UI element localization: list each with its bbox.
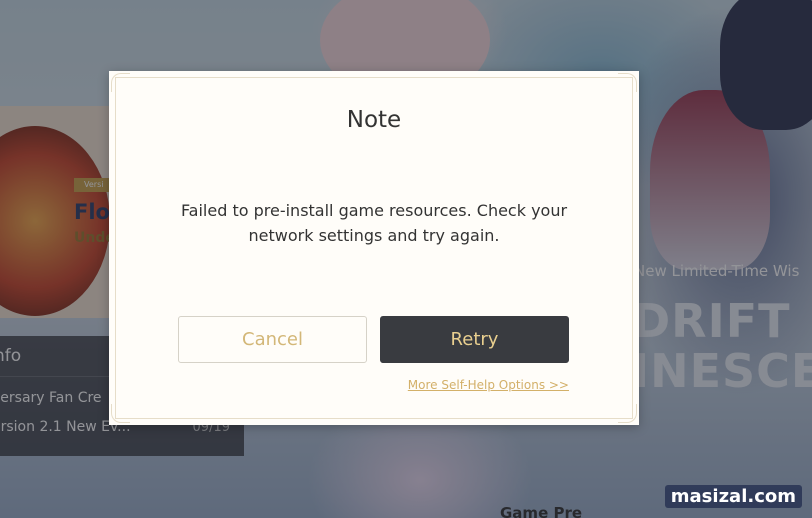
corner-ornament (618, 73, 637, 92)
cancel-button[interactable]: Cancel (178, 316, 367, 363)
corner-ornament (618, 404, 637, 423)
corner-ornament (111, 404, 130, 423)
dialog-message: Failed to pre-install game resources. Ch… (180, 201, 568, 245)
note-dialog: Note Failed to pre-install game resource… (109, 71, 639, 425)
corner-ornament (111, 73, 130, 92)
watermark: masizal.com (664, 485, 802, 508)
dialog-title: Note (346, 107, 402, 133)
retry-button[interactable]: Retry (380, 316, 569, 363)
self-help-link[interactable]: More Self-Help Options >> (408, 378, 569, 392)
